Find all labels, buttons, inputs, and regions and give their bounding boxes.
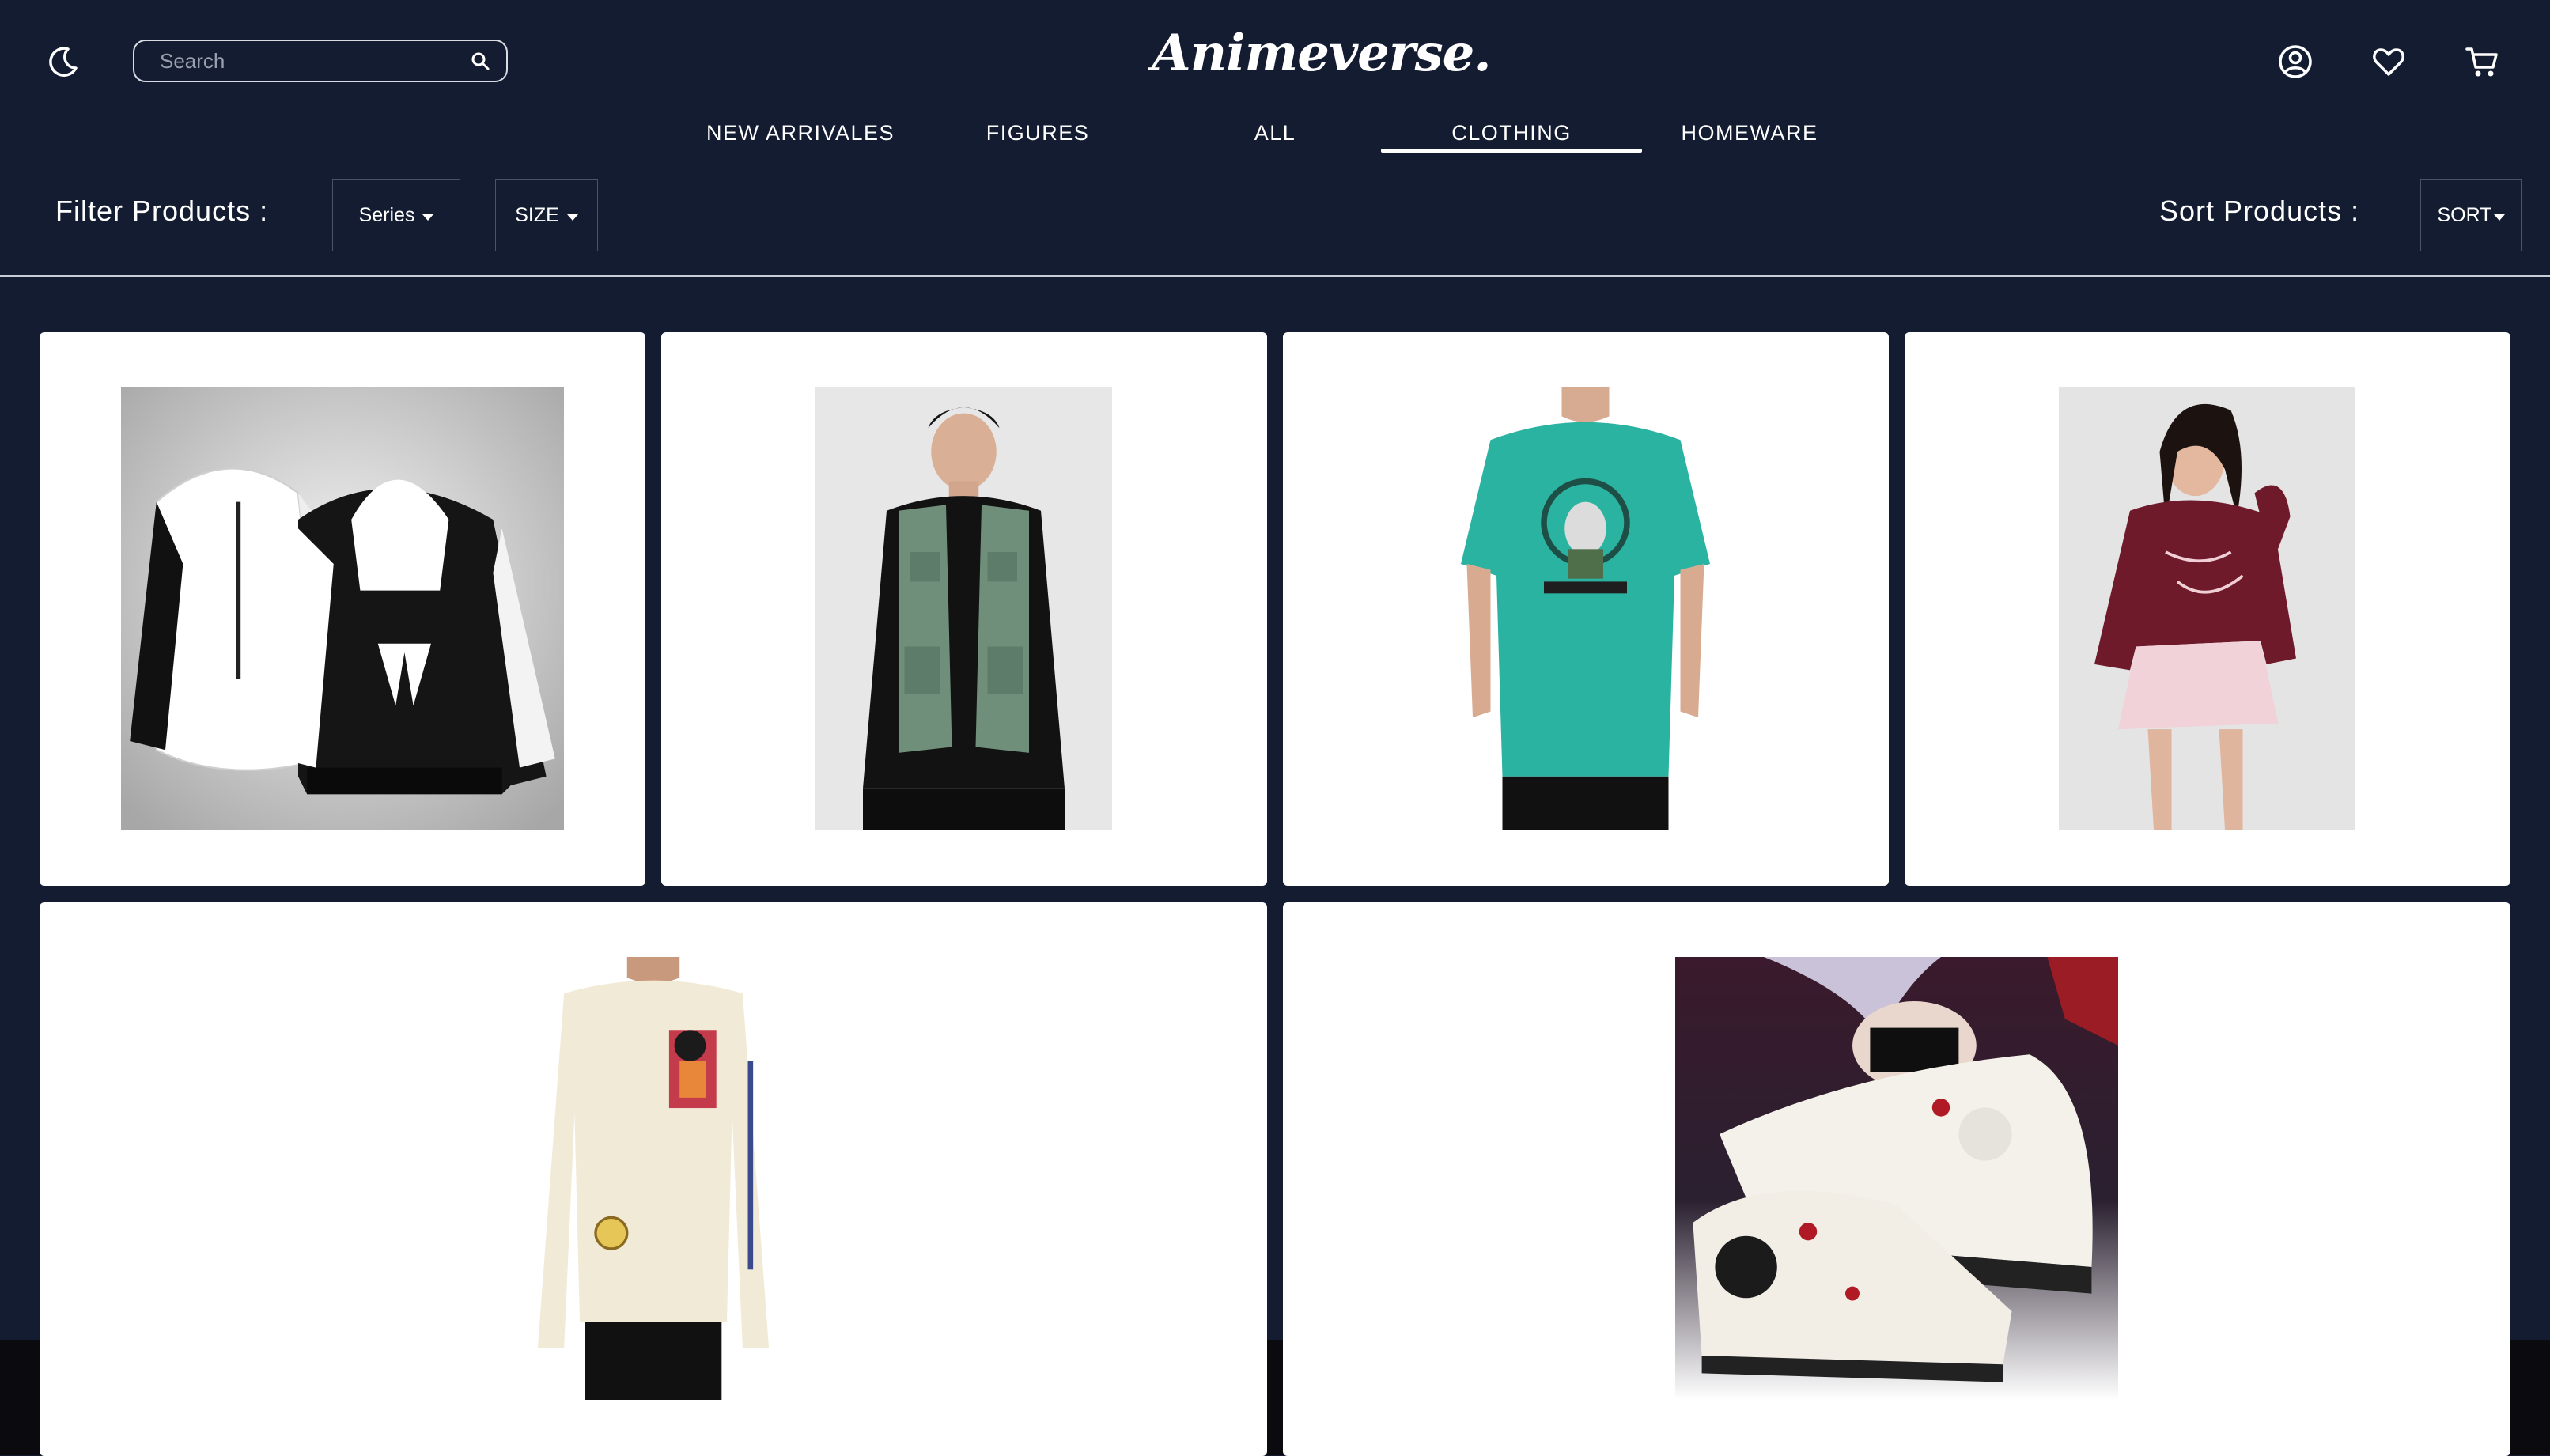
product-image bbox=[1437, 387, 1734, 830]
size-filter-label: SIZE bbox=[515, 203, 559, 226]
product-card[interactable] bbox=[1905, 332, 2510, 886]
search-input[interactable] bbox=[158, 47, 468, 74]
nav-figures[interactable]: FIGURES bbox=[927, 117, 1148, 149]
sort-dropdown[interactable]: SORT bbox=[2420, 179, 2522, 251]
product-image bbox=[815, 387, 1112, 830]
filter-products-label: Filter Products : bbox=[55, 195, 269, 227]
product-image bbox=[2059, 387, 2355, 830]
series-filter-dropdown[interactable]: Series bbox=[332, 179, 460, 251]
wishlist-button[interactable] bbox=[2368, 41, 2409, 82]
product-image bbox=[1675, 957, 2118, 1400]
product-card[interactable] bbox=[1283, 332, 1889, 886]
moon-icon bbox=[49, 47, 78, 77]
user-circle-icon bbox=[2279, 45, 2312, 78]
size-filter-dropdown[interactable]: SIZE bbox=[495, 179, 598, 251]
search-button[interactable] bbox=[468, 49, 492, 73]
active-tab-indicator bbox=[1381, 149, 1642, 153]
product-card[interactable] bbox=[1283, 902, 2510, 1456]
nav-clothing[interactable]: CLOTHING bbox=[1381, 117, 1642, 149]
product-card[interactable] bbox=[40, 902, 1267, 1456]
caret-down-icon bbox=[2493, 214, 2505, 221]
account-button[interactable] bbox=[2275, 41, 2316, 82]
nav-homeware[interactable]: HOMEWARE bbox=[1639, 117, 1860, 149]
caret-down-icon bbox=[566, 214, 578, 221]
search-bar bbox=[133, 40, 508, 82]
product-image bbox=[522, 957, 785, 1400]
header-divider bbox=[0, 275, 2550, 277]
caret-down-icon bbox=[422, 214, 434, 221]
product-image bbox=[121, 387, 564, 830]
sort-products-label: Sort Products : bbox=[2159, 195, 2360, 227]
series-filter-label: Series bbox=[358, 203, 415, 226]
sort-label: SORT bbox=[2437, 203, 2492, 226]
product-card[interactable] bbox=[40, 332, 645, 886]
nav-new-arrivals[interactable]: NEW ARRIVALES bbox=[690, 117, 911, 149]
product-card[interactable] bbox=[661, 332, 1267, 886]
search-icon bbox=[471, 52, 490, 70]
theme-toggle-button[interactable] bbox=[46, 44, 81, 79]
heart-icon bbox=[2373, 48, 2404, 76]
nav-all[interactable]: ALL bbox=[1164, 117, 1386, 149]
cart-icon bbox=[2465, 47, 2498, 77]
site-logo[interactable]: Animeverse. bbox=[1152, 24, 1492, 83]
cart-button[interactable] bbox=[2461, 41, 2503, 82]
